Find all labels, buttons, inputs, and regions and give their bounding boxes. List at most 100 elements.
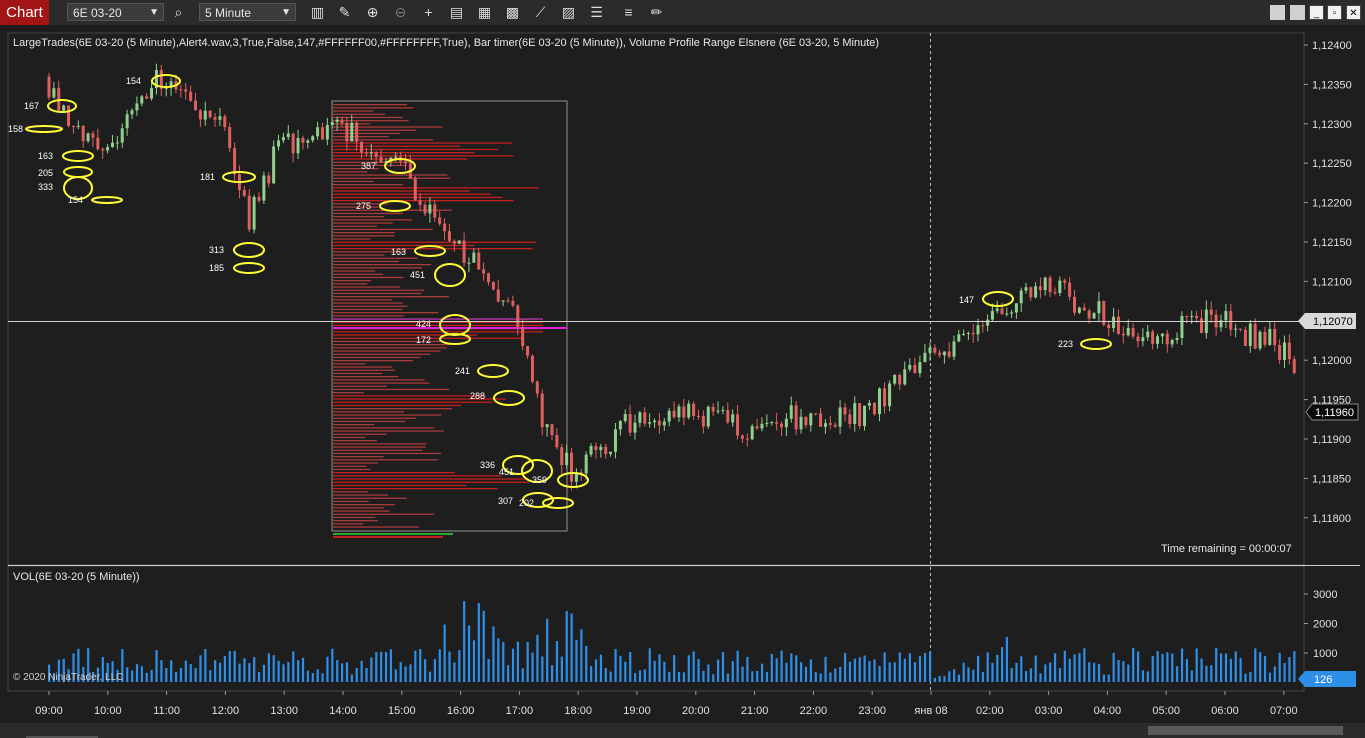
- candle-body: [369, 152, 373, 154]
- candle-body: [1160, 333, 1164, 337]
- profile-bar: [333, 491, 368, 493]
- candle-body: [145, 96, 149, 99]
- time-tick-label: 17:00: [506, 705, 534, 717]
- volume-bar: [677, 671, 681, 682]
- candle-body: [47, 76, 51, 98]
- large-trade-label: 147: [959, 295, 974, 305]
- chart-trader-icon[interactable]: ▨: [560, 4, 577, 21]
- profile-bar: [333, 459, 438, 461]
- price-chart[interactable]: 167 158 163 205 333 154 154 181 313 185 387 275 163 4…: [0, 25, 1365, 738]
- large-trade-label: 451: [410, 270, 425, 280]
- volume-bar: [653, 660, 656, 682]
- pencil-icon[interactable]: ✏: [648, 4, 665, 21]
- volume-bar: [345, 662, 349, 682]
- drawing-tool-icon[interactable]: ✎: [336, 4, 353, 21]
- volume-bar: [614, 649, 617, 682]
- candle-body: [1029, 287, 1033, 298]
- volume-bar: [619, 655, 622, 682]
- candle-body: [526, 346, 530, 356]
- properties-icon[interactable]: ☰: [588, 4, 605, 21]
- candle-body: [1180, 315, 1184, 338]
- candle-body: [1268, 328, 1272, 345]
- volume-bar: [565, 610, 568, 682]
- profile-bar: [333, 404, 462, 407]
- profile-bar: [333, 446, 426, 448]
- volume-bar: [853, 658, 856, 682]
- minimize-button[interactable]: _: [1309, 5, 1324, 20]
- candle-body: [933, 347, 937, 353]
- maximize-button[interactable]: ▫: [1327, 5, 1342, 20]
- volume-bar: [1132, 647, 1135, 682]
- candle-body: [570, 452, 574, 482]
- large-trade-label: 241: [455, 366, 470, 376]
- volume-bar: [204, 649, 207, 682]
- profile-bar: [333, 504, 396, 506]
- interval-selector[interactable]: 5 Minute ▼: [199, 3, 296, 21]
- candle-body: [472, 252, 476, 263]
- volume-bar: [996, 654, 999, 682]
- volume-bar: [326, 656, 329, 682]
- tile-window-icon[interactable]: [1270, 5, 1285, 20]
- profile-bar: [333, 232, 395, 234]
- volume-bar: [1078, 653, 1081, 682]
- indicators-icon[interactable]: ▦: [476, 4, 493, 21]
- crosshair-icon[interactable]: +: [420, 4, 437, 21]
- volume-bar: [467, 625, 471, 682]
- profile-bar: [333, 318, 543, 320]
- strategies-icon[interactable]: ⟋: [532, 4, 549, 21]
- large-trade-label: 223: [1058, 339, 1073, 349]
- volume-bar: [1171, 653, 1174, 682]
- chevron-down-icon: ▼: [149, 7, 159, 18]
- data-box-icon[interactable]: ▤: [448, 4, 465, 21]
- large-trade-label: 387: [361, 161, 376, 171]
- profile-bar: [333, 382, 430, 384]
- volume-bar: [350, 674, 353, 682]
- close-button[interactable]: ✕: [1346, 5, 1361, 20]
- volume-bar: [165, 668, 168, 682]
- candle-body: [71, 125, 75, 127]
- volume-bar: [585, 645, 588, 682]
- large-trade-label: 163: [391, 247, 406, 257]
- candle-body: [784, 418, 788, 428]
- volume-bar: [1034, 655, 1037, 682]
- volume-bar: [375, 652, 378, 682]
- search-icon[interactable]: ⌕: [170, 4, 187, 21]
- candle-body: [957, 334, 961, 342]
- volume-bar: [487, 658, 490, 682]
- candle-body: [203, 110, 207, 120]
- volume-bar: [502, 642, 505, 682]
- zoom-out-icon[interactable]: ⊖: [392, 4, 409, 21]
- candle-body: [867, 402, 871, 406]
- last-price-text: 1,11960: [1315, 407, 1354, 419]
- profile-bar: [333, 443, 427, 445]
- large-trade-label: 172: [416, 335, 431, 345]
- candle-body: [379, 157, 383, 163]
- profile-bar: [333, 331, 543, 333]
- candle-body: [643, 412, 647, 424]
- candle-body: [1068, 282, 1072, 297]
- restore-tile-icon[interactable]: [1290, 5, 1305, 20]
- volume-bar: [643, 669, 646, 682]
- profile-bar: [333, 360, 413, 362]
- candle-body: [189, 91, 193, 101]
- large-trade-label: 307: [498, 496, 513, 506]
- candle-body: [120, 128, 124, 143]
- bar-type-icon[interactable]: ▥: [309, 4, 326, 21]
- candle-body: [903, 369, 907, 385]
- candle-body: [91, 133, 95, 138]
- candle-body: [1175, 337, 1179, 341]
- time-tick-label: 10:00: [94, 705, 122, 717]
- candle-body: [1087, 310, 1091, 319]
- candle-body: [918, 362, 922, 374]
- candle-body: [1234, 328, 1238, 330]
- templates-icon[interactable]: ▩: [504, 4, 521, 21]
- zoom-in-icon[interactable]: ⊕: [364, 4, 381, 21]
- scrollbar-thumb[interactable]: [1148, 726, 1343, 735]
- candle-body: [101, 149, 105, 151]
- candle-body: [150, 88, 154, 99]
- instrument-selector[interactable]: 6E 03-20 ▼: [67, 3, 164, 21]
- list-icon[interactable]: ≡: [620, 4, 637, 21]
- chart-tab[interactable]: Chart: [0, 0, 49, 25]
- volume-bar: [526, 642, 529, 682]
- candle-body: [938, 352, 942, 356]
